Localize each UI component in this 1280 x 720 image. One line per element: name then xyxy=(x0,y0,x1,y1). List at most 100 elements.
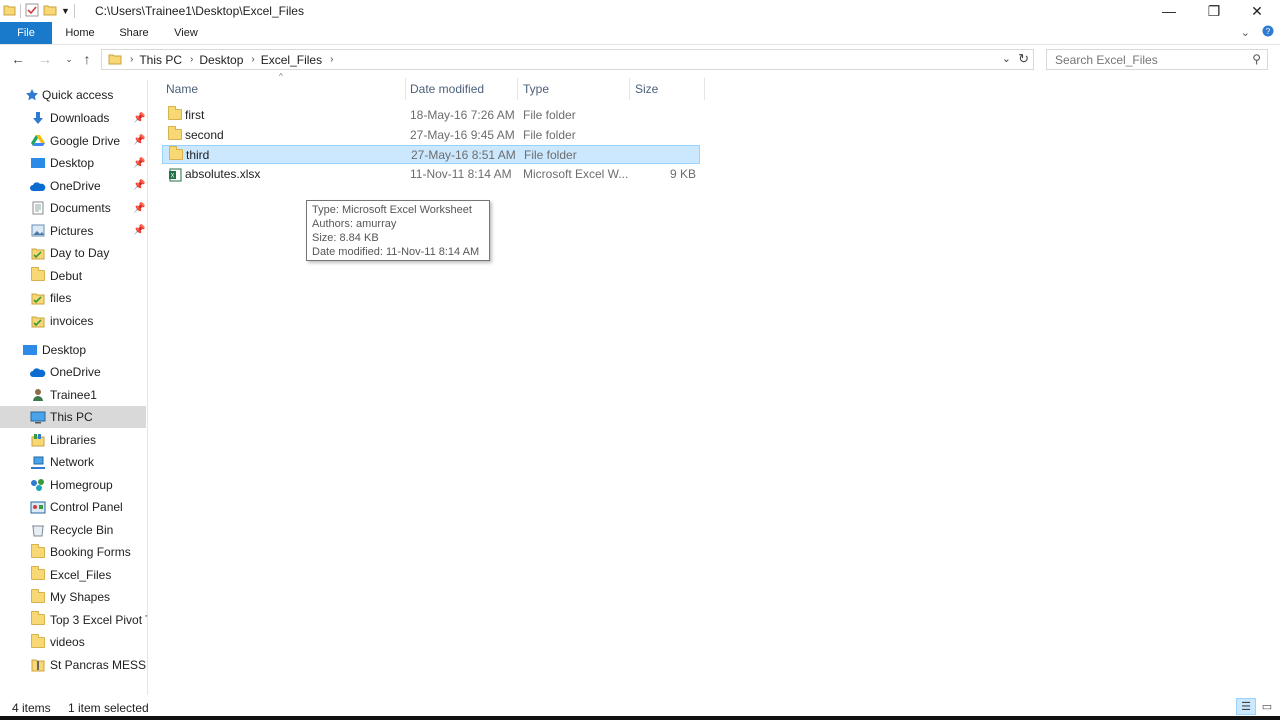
sidebar-item-st-pancras-messi-zip[interactable]: St Pancras MESSI.zip xyxy=(0,654,147,676)
breadcrumb-this-pc[interactable]: This PC xyxy=(139,53,182,67)
expand-ribbon-icon[interactable]: ⌄ xyxy=(1241,26,1250,39)
tooltip-modified: Date modified: 11-Nov-11 8:14 AM xyxy=(312,246,480,258)
folder-icon xyxy=(3,3,16,19)
sidebar-item-desktop[interactable]: Desktop 📌 xyxy=(0,152,146,174)
tab-home[interactable]: Home xyxy=(58,22,102,44)
breadcrumb-excel-files[interactable]: Excel_Files xyxy=(261,53,322,67)
sidebar-item-desktop-root[interactable]: Desktop xyxy=(0,339,146,361)
zip-folder-icon xyxy=(30,658,46,672)
sidebar-item-label: My Shapes xyxy=(50,590,111,604)
tab-view[interactable]: View xyxy=(164,22,208,44)
sidebar-item-videos[interactable]: videos xyxy=(0,631,146,653)
folder-icon xyxy=(30,633,46,649)
search-box[interactable]: ⚲ xyxy=(1046,49,1268,70)
sidebar-item-debut[interactable]: Debut xyxy=(0,265,146,287)
pin-icon[interactable]: 📌 xyxy=(133,180,145,191)
sidebar-item-day-to-day[interactable]: Day to Day xyxy=(0,242,146,264)
close-button[interactable]: ✕ xyxy=(1234,0,1280,22)
folder-icon xyxy=(108,52,122,68)
sidebar-item-onedrive[interactable]: OneDrive 📌 xyxy=(0,175,146,197)
chevron-right-icon[interactable]: › xyxy=(130,54,133,65)
column-divider[interactable] xyxy=(517,78,518,100)
sidebar-item-recycle-bin[interactable]: Recycle Bin xyxy=(0,519,146,541)
file-row-second[interactable]: second 27-May-16 9:45 AM File folder xyxy=(162,125,700,145)
sidebar-item-files[interactable]: files xyxy=(0,287,146,309)
help-icon[interactable]: ? xyxy=(1262,25,1274,40)
sidebar-item-this-pc[interactable]: This PC xyxy=(0,406,146,428)
chevron-right-icon[interactable]: › xyxy=(251,54,254,65)
column-divider[interactable] xyxy=(629,78,630,100)
column-header-type[interactable]: Type xyxy=(523,82,549,96)
sidebar-item-downloads[interactable]: Downloads 📌 xyxy=(0,107,146,129)
column-header-date[interactable]: Date modified xyxy=(410,82,484,96)
sidebar-item-control-panel[interactable]: Control Panel xyxy=(0,496,146,518)
file-name: third xyxy=(186,148,210,163)
search-icon[interactable]: ⚲ xyxy=(1252,52,1261,66)
sidebar-item-google-drive[interactable]: Google Drive 📌 xyxy=(0,130,146,152)
pin-icon[interactable]: 📌 xyxy=(133,113,145,124)
sidebar-item-excel-files[interactable]: Excel_Files xyxy=(0,564,146,586)
sidebar-item-label: Top 3 Excel Pivot Ta xyxy=(50,612,148,627)
sidebar-item-documents[interactable]: Documents 📌 xyxy=(0,197,146,219)
column-header-size[interactable]: Size xyxy=(635,82,658,96)
sidebar-item-invoices[interactable]: invoices xyxy=(0,310,146,332)
sidebar-item-label: invoices xyxy=(50,313,94,328)
column-divider[interactable] xyxy=(405,78,406,100)
file-row-third[interactable]: third 27-May-16 8:51 AM File folder xyxy=(162,145,700,165)
properties-icon[interactable] xyxy=(25,3,39,20)
back-arrow-icon[interactable]: ← xyxy=(9,50,27,68)
address-bar[interactable]: › This PC › Desktop › Excel_Files › ⌄ ↻ xyxy=(101,49,1034,70)
large-icons-view-icon[interactable]: ▭ xyxy=(1257,698,1277,715)
folder-icon xyxy=(168,106,182,120)
column-divider[interactable] xyxy=(704,78,705,100)
sidebar-item-libraries[interactable]: Libraries xyxy=(0,429,146,451)
sidebar-item-pictures[interactable]: Pictures 📌 xyxy=(0,220,146,242)
folder-icon xyxy=(168,125,182,140)
folder-icon xyxy=(30,543,46,559)
sidebar-item-top-3-excel-pivot-ta[interactable]: Top 3 Excel Pivot Ta xyxy=(0,609,148,631)
quick-access-toolbar: ▼ xyxy=(3,3,75,19)
sidebar-item-network[interactable]: Network xyxy=(0,451,146,473)
file-row-first[interactable]: first 18-May-16 7:26 AM File folder xyxy=(162,106,700,125)
minimize-button[interactable]: — xyxy=(1146,0,1192,22)
onedrive-icon xyxy=(30,179,46,193)
breadcrumb-desktop[interactable]: Desktop xyxy=(199,53,243,67)
pin-icon[interactable]: 📌 xyxy=(133,203,145,214)
recent-locations-icon[interactable]: ⌄ xyxy=(60,50,78,68)
download-arrow-icon xyxy=(30,111,46,125)
sidebar-item-my-shapes[interactable]: My Shapes xyxy=(0,586,146,608)
desktop-icon xyxy=(30,156,46,170)
pin-icon[interactable]: 📌 xyxy=(133,225,145,236)
tab-share[interactable]: Share xyxy=(112,22,156,44)
refresh-icon[interactable]: ↻ xyxy=(1018,51,1029,67)
details-view-icon[interactable]: ☰ xyxy=(1236,698,1256,715)
sidebar-item-quick-access[interactable]: Quick access xyxy=(0,84,146,106)
customize-toolbar-dropdown-icon[interactable]: ▼ xyxy=(61,6,70,16)
up-arrow-icon[interactable]: ↑ xyxy=(78,50,96,68)
new-folder-icon[interactable] xyxy=(43,3,57,19)
pin-icon[interactable]: 📌 xyxy=(133,135,145,146)
ribbon-tabs: File Home Share View ⌄ ? xyxy=(0,22,1280,45)
maximize-button[interactable]: ❐ xyxy=(1191,0,1237,22)
file-size: 9 KB xyxy=(669,167,696,182)
navigation-pane[interactable]: Quick access Downloads 📌 Google Drive 📌 Desk… xyxy=(0,80,148,695)
column-header-name[interactable]: Name xyxy=(166,82,198,96)
forward-arrow-icon[interactable]: → xyxy=(36,50,54,68)
file-row-absolutes-xlsx[interactable]: Xabsolutes.xlsx 11-Nov-11 8:14 AM Microsof… xyxy=(162,165,700,184)
file-type: File folder xyxy=(523,108,576,122)
sidebar-item-booking-forms[interactable]: Booking Forms xyxy=(0,541,146,563)
sidebar-item-homegroup[interactable]: Homegroup xyxy=(0,474,146,496)
search-input[interactable] xyxy=(1053,52,1247,68)
sidebar-item-label: Excel_Files xyxy=(50,567,112,582)
star-icon xyxy=(24,88,40,102)
tab-file[interactable]: File xyxy=(0,22,52,44)
chevron-right-icon[interactable]: › xyxy=(190,54,193,65)
chevron-right-icon[interactable]: › xyxy=(330,54,333,65)
sidebar-item-onedrive[interactable]: OneDrive xyxy=(0,361,146,383)
pin-icon[interactable]: 📌 xyxy=(133,158,145,169)
address-dropdown-icon[interactable]: ⌄ xyxy=(1002,52,1011,65)
folder-check-icon xyxy=(30,291,46,305)
sidebar-item-label: Trainee1 xyxy=(50,387,97,402)
sidebar-item-label: videos xyxy=(50,635,85,649)
sidebar-item-trainee1[interactable]: Trainee1 xyxy=(0,384,146,406)
